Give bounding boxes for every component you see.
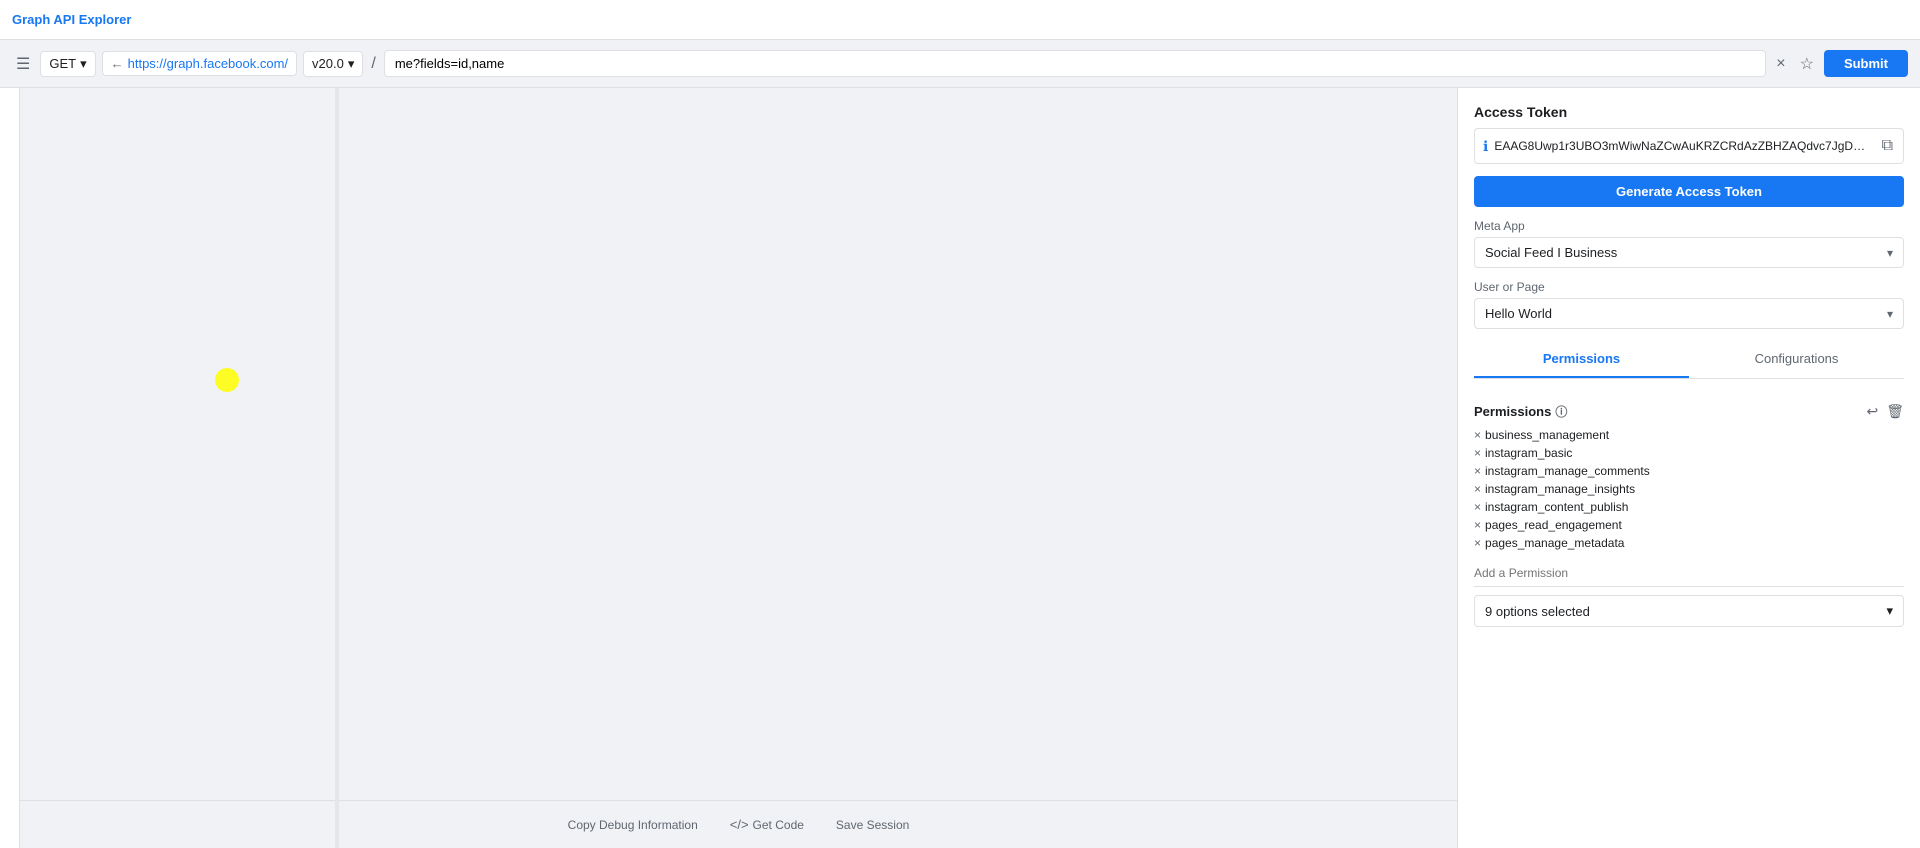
- hamburger-button[interactable]: ☰: [12, 50, 34, 78]
- options-selected-dropdown[interactable]: 9 options selected ▾: [1474, 595, 1904, 627]
- star-icon: ☆: [1800, 56, 1814, 73]
- meta-app-chevron-icon: ▾: [1887, 246, 1893, 260]
- permissions-list: × business_management × instagram_basic × ins…: [1474, 428, 1904, 550]
- remove-permission-button[interactable]: ×: [1474, 500, 1481, 514]
- main-layout: Copy Debug Information </> Get Code Save…: [0, 88, 1920, 848]
- center-footer: Copy Debug Information </> Get Code Save…: [20, 800, 1457, 848]
- save-session-label: Save Session: [836, 818, 909, 832]
- token-value: EAAG8Uwp1r3UBO3mWiwNaZCwAuKRZCRdAzZBHZAQ…: [1494, 139, 1873, 153]
- remove-permission-button[interactable]: ×: [1474, 518, 1481, 532]
- permission-item: × pages_manage_metadata: [1474, 536, 1904, 550]
- remove-permission-button[interactable]: ×: [1474, 446, 1481, 460]
- token-box: ℹ EAAG8Uwp1r3UBO3mWiwNaZCwAuKRZCRdAzZBHZ…: [1474, 128, 1904, 164]
- remove-permission-button[interactable]: ×: [1474, 464, 1481, 478]
- copy-debug-button[interactable]: Copy Debug Information: [568, 818, 698, 832]
- bookmark-button[interactable]: ☆: [1796, 50, 1818, 78]
- version-dropdown[interactable]: v20.0 ▾: [303, 51, 363, 77]
- code-icon: </>: [730, 817, 749, 832]
- user-page-value: Hello World: [1485, 306, 1552, 321]
- get-code-label: Get Code: [753, 818, 804, 832]
- tab-permissions[interactable]: Permissions: [1474, 341, 1689, 378]
- method-label: GET: [49, 56, 76, 71]
- permission-name: instagram_manage_insights: [1485, 482, 1635, 496]
- delete-icon: 🗑: [1886, 403, 1904, 419]
- version-chevron-icon: ▾: [348, 56, 355, 72]
- panel-divider[interactable]: [335, 88, 339, 848]
- user-page-chevron-icon: ▾: [1887, 307, 1893, 321]
- method-chevron-icon: ▾: [80, 56, 87, 72]
- remove-permission-button[interactable]: ×: [1474, 536, 1481, 550]
- right-panel: Access Token ℹ EAAG8Uwp1r3UBO3mWiwNaZCwA…: [1458, 88, 1920, 848]
- tabs-row: Permissions Configurations: [1474, 341, 1904, 379]
- user-page-section: User or Page Hello World ▾: [1474, 280, 1904, 329]
- center-panel: Copy Debug Information </> Get Code Save…: [20, 88, 1458, 848]
- meta-app-label: Meta App: [1474, 219, 1904, 233]
- clear-icon: ×: [1776, 55, 1785, 72]
- access-token-section: Access Token ℹ EAAG8Uwp1r3UBO3mWiwNaZCwA…: [1474, 104, 1904, 164]
- permission-item: × instagram_manage_comments: [1474, 464, 1904, 478]
- permissions-actions: ↩ 🗑: [1866, 403, 1904, 420]
- url-slash: /: [369, 55, 377, 73]
- version-label: v20.0: [312, 56, 344, 71]
- clear-button[interactable]: ×: [1772, 51, 1789, 77]
- copy-token-button[interactable]: ⧉: [1880, 135, 1895, 157]
- meta-app-value: Social Feed I Business: [1485, 245, 1617, 260]
- permission-name: instagram_content_publish: [1485, 500, 1628, 514]
- url-path-input[interactable]: [384, 50, 1766, 77]
- editor-area: [20, 88, 1457, 800]
- save-session-button[interactable]: Save Session: [836, 818, 909, 832]
- options-chevron-icon: ▾: [1886, 603, 1893, 619]
- topbar: Graph API Explorer: [0, 0, 1920, 40]
- get-code-button[interactable]: </> Get Code: [730, 817, 804, 832]
- add-permission-input[interactable]: [1474, 560, 1904, 587]
- app-title: Graph API Explorer: [12, 12, 131, 27]
- permissions-section: Permissions ⓘ ↩ 🗑 × business_management × i…: [1474, 391, 1904, 639]
- permission-name: instagram_manage_comments: [1485, 464, 1650, 478]
- meta-app-section: Meta App Social Feed I Business ▾: [1474, 219, 1904, 268]
- permission-item: × pages_read_engagement: [1474, 518, 1904, 532]
- permissions-info-icon: ⓘ: [1555, 403, 1567, 420]
- arrow-left-icon: ←: [111, 56, 124, 71]
- left-sidebar: [0, 88, 20, 848]
- permission-name: pages_manage_metadata: [1485, 536, 1624, 550]
- permission-item: × business_management: [1474, 428, 1904, 442]
- user-page-label: User or Page: [1474, 280, 1904, 294]
- tab-configurations[interactable]: Configurations: [1689, 341, 1904, 378]
- urlbar: ☰ GET ▾ ← https://graph.facebook.com/ v2…: [0, 40, 1920, 88]
- copy-icon: ⧉: [1882, 137, 1893, 154]
- permission-name: instagram_basic: [1485, 446, 1572, 460]
- permission-item: × instagram_manage_insights: [1474, 482, 1904, 496]
- meta-app-select[interactable]: Social Feed I Business ▾: [1474, 237, 1904, 268]
- submit-button[interactable]: Submit: [1824, 50, 1908, 77]
- remove-permission-button[interactable]: ×: [1474, 482, 1481, 496]
- hamburger-icon: ☰: [16, 54, 30, 74]
- permission-item: × instagram_content_publish: [1474, 500, 1904, 514]
- base-url-label: https://graph.facebook.com/: [128, 56, 288, 71]
- permission-item: × instagram_basic: [1474, 446, 1904, 460]
- method-dropdown[interactable]: GET ▾: [40, 51, 95, 77]
- permissions-title: Permissions ⓘ: [1474, 403, 1567, 420]
- copy-debug-label: Copy Debug Information: [568, 818, 698, 832]
- access-token-title: Access Token: [1474, 104, 1904, 120]
- permission-name: pages_read_engagement: [1485, 518, 1622, 532]
- user-page-select[interactable]: Hello World ▾: [1474, 298, 1904, 329]
- token-info-icon: ℹ: [1483, 138, 1488, 155]
- base-url-box[interactable]: ← https://graph.facebook.com/: [102, 51, 297, 76]
- permission-name: business_management: [1485, 428, 1609, 442]
- undo-permissions-button[interactable]: ↩: [1866, 403, 1878, 420]
- undo-icon: ↩: [1866, 403, 1878, 419]
- remove-permission-button[interactable]: ×: [1474, 428, 1481, 442]
- permissions-header: Permissions ⓘ ↩ 🗑: [1474, 403, 1904, 420]
- delete-permissions-button[interactable]: 🗑: [1886, 403, 1904, 420]
- generate-access-token-button[interactable]: Generate Access Token: [1474, 176, 1904, 207]
- options-selected-label: 9 options selected: [1485, 604, 1590, 619]
